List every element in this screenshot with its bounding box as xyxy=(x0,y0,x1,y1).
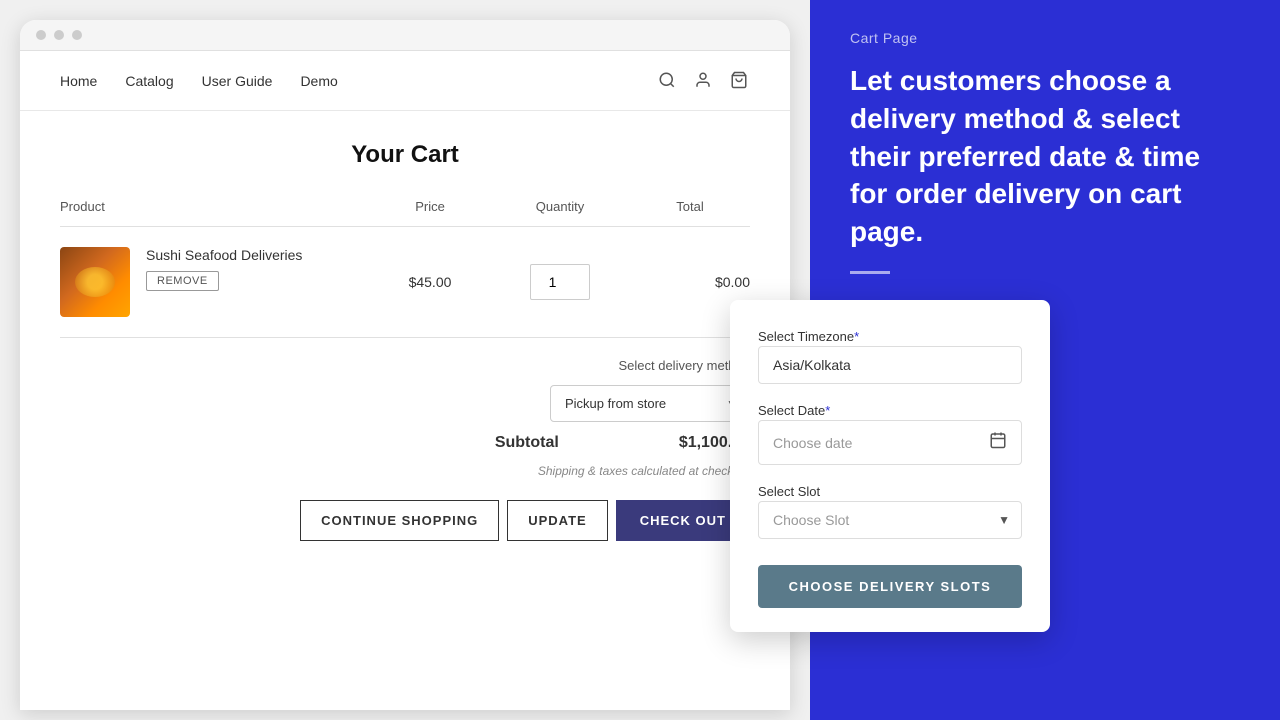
shipping-note: Shipping & taxes calculated at checkout xyxy=(538,464,750,478)
timezone-input[interactable] xyxy=(758,346,1022,384)
search-icon[interactable] xyxy=(658,71,678,91)
slot-field-group: Select Slot Choose Slot Morning Afternoo… xyxy=(758,483,1022,539)
timezone-required-star: * xyxy=(854,329,859,344)
slot-label: Select Slot xyxy=(758,484,820,499)
header-quantity: Quantity xyxy=(490,199,630,214)
browser-dot-2 xyxy=(54,30,64,40)
product-image xyxy=(60,247,130,317)
header-price: Price xyxy=(370,199,490,214)
browser-toolbar xyxy=(20,20,790,51)
product-info: Sushi Seafood Deliveries REMOVE xyxy=(146,247,302,291)
nav-link-home[interactable]: Home xyxy=(60,73,97,89)
navigation: Home Catalog User Guide Demo xyxy=(20,51,790,111)
product-name: Sushi Seafood Deliveries xyxy=(146,247,302,263)
cart-icon[interactable] xyxy=(730,71,750,91)
cart-table-header: Product Price Quantity Total xyxy=(60,199,750,227)
continue-shopping-button[interactable]: CONTINUE SHOPPING xyxy=(300,500,499,541)
cart-content: Your Cart Product Price Quantity Total S… xyxy=(20,111,790,561)
calendar-icon xyxy=(989,431,1007,454)
description-divider xyxy=(850,271,890,274)
cart-actions: CONTINUE SHOPPING UPDATE CHECK OUT xyxy=(300,500,750,541)
choose-delivery-slots-button[interactable]: CHOOSE DELIVERY SLOTS xyxy=(758,565,1022,608)
date-field-group: Select Date* Choose date xyxy=(758,402,1022,465)
date-input[interactable]: Choose date xyxy=(758,420,1022,465)
remove-button[interactable]: REMOVE xyxy=(146,271,219,291)
nav-icons xyxy=(658,71,750,91)
date-label: Select Date* xyxy=(758,403,830,418)
cart-item-price: $45.00 xyxy=(370,274,490,290)
right-panel: Cart Page Let customers choose a deliver… xyxy=(810,0,1280,720)
subtotal-row: Subtotal $1,100.00 xyxy=(495,434,750,452)
cart-item-product: Sushi Seafood Deliveries REMOVE xyxy=(60,247,370,317)
user-icon[interactable] xyxy=(694,71,714,91)
nav-links: Home Catalog User Guide Demo xyxy=(60,73,338,89)
nav-link-demo[interactable]: Demo xyxy=(300,73,337,89)
cart-page-description: Let customers choose a delivery method &… xyxy=(850,62,1240,251)
nav-link-catalog[interactable]: Catalog xyxy=(125,73,173,89)
delivery-panel: Select Timezone* Select Date* Choose dat… xyxy=(730,300,1050,632)
header-total: Total xyxy=(630,199,750,214)
header-product: Product xyxy=(60,199,370,214)
cart-item: Sushi Seafood Deliveries REMOVE $45.00 $… xyxy=(60,227,750,338)
browser-dot-1 xyxy=(36,30,46,40)
browser-dot-3 xyxy=(72,30,82,40)
delivery-select-wrapper: Pickup from store Home Delivery ▼ xyxy=(550,385,750,422)
left-panel: Home Catalog User Guide Demo xyxy=(0,0,810,720)
browser-content: Home Catalog User Guide Demo xyxy=(20,51,790,701)
delivery-section: Select delivery method Pickup from store… xyxy=(60,358,750,541)
cart-title: Your Cart xyxy=(60,141,750,169)
timezone-label: Select Timezone* xyxy=(758,329,859,344)
timezone-field-group: Select Timezone* xyxy=(758,328,1022,384)
date-required-star: * xyxy=(825,403,830,418)
cart-item-quantity xyxy=(490,264,630,300)
update-button[interactable]: UPDATE xyxy=(507,500,607,541)
cart-page-tag: Cart Page xyxy=(850,30,1240,46)
slot-select[interactable]: Choose Slot Morning Afternoon Evening xyxy=(758,501,1022,539)
cart-item-total: $0.00 xyxy=(630,274,750,290)
subtotal-label: Subtotal xyxy=(495,434,559,452)
slot-select-wrapper: Choose Slot Morning Afternoon Evening ▼ xyxy=(758,501,1022,539)
delivery-method-select[interactable]: Pickup from store Home Delivery xyxy=(550,385,750,422)
browser-window: Home Catalog User Guide Demo xyxy=(20,20,790,710)
date-placeholder: Choose date xyxy=(773,435,852,451)
quantity-input[interactable] xyxy=(530,264,590,300)
nav-link-userguide[interactable]: User Guide xyxy=(202,73,273,89)
